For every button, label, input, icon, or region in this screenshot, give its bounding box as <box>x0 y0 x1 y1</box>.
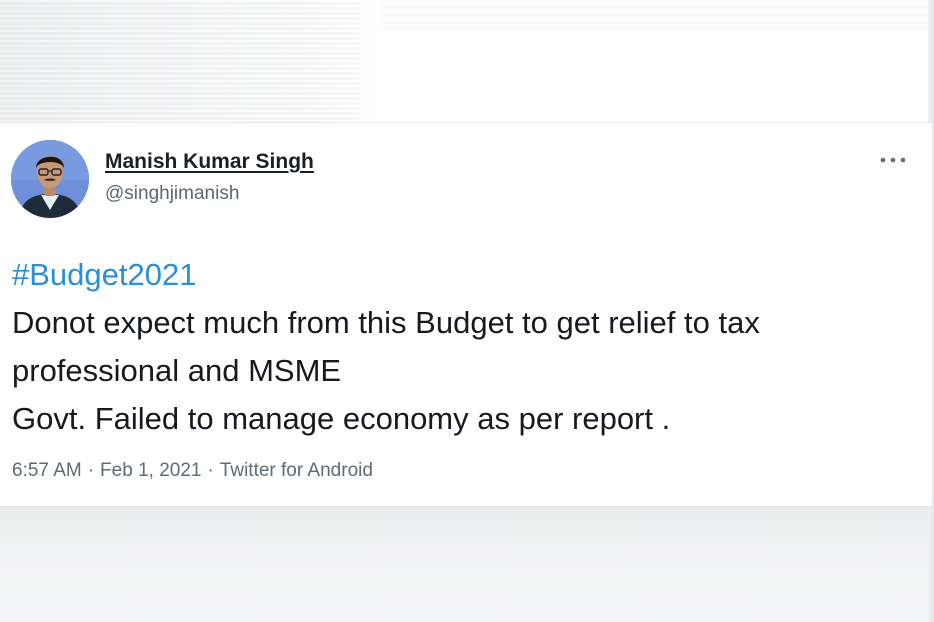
tweet-meta: 6:57 AM · Feb 1, 2021 · Twitter for Android <box>12 460 373 482</box>
tweet-text: #Budget2021 Donot expect much from this … <box>12 251 922 443</box>
avatar[interactable] <box>11 140 89 218</box>
author-handle[interactable]: @singhjimanish <box>105 183 239 205</box>
avatar-portrait-image <box>11 140 89 218</box>
hashtag-link[interactable]: #Budget2021 <box>12 251 922 299</box>
tweet-time[interactable]: 6:57 AM <box>12 460 82 481</box>
tweet-text-line: Donot expect much from this Budget to ge… <box>12 305 760 340</box>
more-options-button[interactable] <box>874 149 912 171</box>
tweet-date[interactable]: Feb 1, 2021 <box>100 460 201 481</box>
background-top-faint <box>380 0 934 30</box>
tweet-text-line: Govt. Failed to manage economy as per re… <box>12 401 671 436</box>
tweet-card: Manish Kumar Singh @singhjimanish #Budge… <box>0 122 932 507</box>
more-horizontal-icon <box>880 157 906 163</box>
meta-separator: · <box>87 460 95 481</box>
background-top-texture <box>0 0 360 122</box>
meta-separator: · <box>207 460 214 481</box>
author-display-name[interactable]: Manish Kumar Singh <box>105 150 314 174</box>
background-bottom <box>0 505 934 622</box>
tweet-text-line: professional and MSME <box>12 353 342 388</box>
tweet-source[interactable]: Twitter for Android <box>220 460 373 481</box>
